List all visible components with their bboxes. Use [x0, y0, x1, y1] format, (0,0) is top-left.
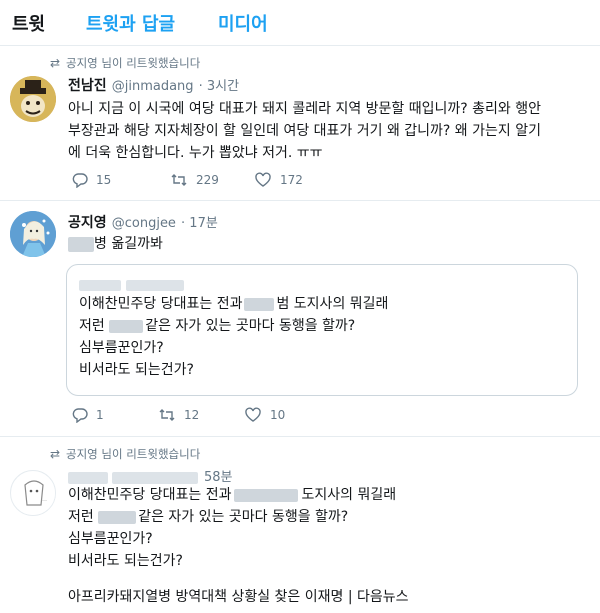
divider [0, 436, 600, 437]
tweet-text: 병 옮길까봐 [68, 233, 568, 255]
tweet-header: 공지영 @congjee · 17분 [68, 212, 218, 232]
reply-icon [72, 173, 88, 188]
quoted-tweet[interactable]: 이해찬민주당 당대표는 전과 범 도지사의 뭐길래 저런 같은 자가 있는 곳마다… [66, 264, 578, 396]
profile-tabs: 트윗 트윗과 답글 미디어 [0, 0, 600, 46]
retweet-icon: ⇄ [50, 447, 61, 461]
tweet-actions: 15 229 172 [72, 172, 303, 188]
tab-tweets[interactable]: 트윗 [12, 10, 45, 36]
quoted-text: 이해찬민주당 당대표는 전과 범 도지사의 뭐길래 저런 같은 자가 있는 곳마다… [79, 296, 389, 378]
redacted-text [68, 236, 94, 252]
avatar[interactable] [10, 211, 56, 257]
retweet-icon [159, 409, 175, 421]
retweet-count: 12 [184, 408, 200, 422]
tweet-text: 이해찬민주당 당대표는 전과 도지사의 뭐길래 저런 같은 자가 있는 곳마다 동… [68, 487, 397, 569]
like-button[interactable]: 10 [244, 407, 285, 423]
like-icon [255, 172, 271, 187]
retweet-note: ⇄ 공지영 님이 리트윗했습니다 [50, 56, 201, 70]
tweet-header: 58분 [68, 466, 233, 485]
tweet-text: 아니 지금 이 시국에 여당 대표가 돼지 콜레라 지역 방문할 때입니까? 총… [68, 101, 541, 161]
retweet-button[interactable]: 229 [170, 172, 254, 188]
author-name[interactable]: 전남진 [68, 78, 107, 94]
author-handle[interactable]: @congjee [112, 216, 176, 231]
retweet-count: 229 [196, 173, 219, 187]
timestamp[interactable]: 58분 [204, 470, 233, 485]
reply-button[interactable]: 15 [72, 172, 170, 188]
redacted-handle [112, 471, 198, 484]
redacted-name [68, 471, 108, 484]
avatar[interactable] [10, 76, 56, 122]
avatar[interactable]: … [10, 470, 56, 516]
quoted-author [79, 275, 184, 294]
timestamp[interactable]: · 17분 [181, 216, 218, 231]
svg-text:…: … [41, 496, 47, 503]
timestamp[interactable]: · 3시간 [199, 79, 239, 94]
divider [0, 200, 600, 201]
reply-button[interactable]: 1 [72, 407, 158, 423]
retweet-icon [171, 174, 187, 186]
author-name[interactable]: 공지영 [68, 215, 107, 231]
link-title[interactable]: 아프리카돼지열병 방역대책 상황실 찾은 이재명 | 다음뉴스 [68, 586, 594, 608]
retweet-icon: ⇄ [50, 56, 61, 70]
like-count: 10 [270, 408, 286, 422]
reply-icon [72, 408, 88, 423]
author-handle[interactable]: @jinmadang [112, 79, 194, 94]
retweet-note: ⇄ 공지영 님이 리트윗했습니다 [50, 447, 201, 461]
like-button[interactable]: 172 [254, 172, 303, 188]
tweet-actions: 1 12 10 [72, 407, 285, 423]
like-icon [245, 407, 261, 422]
like-count: 172 [280, 173, 303, 187]
reply-count: 1 [96, 408, 104, 422]
reply-count: 15 [96, 173, 112, 187]
tab-tweets-and-replies[interactable]: 트윗과 답글 [86, 10, 175, 36]
retweet-button[interactable]: 12 [158, 407, 244, 423]
tab-media[interactable]: 미디어 [218, 10, 268, 36]
tweet-header: 전남진 @jinmadang · 3시간 [68, 75, 239, 95]
